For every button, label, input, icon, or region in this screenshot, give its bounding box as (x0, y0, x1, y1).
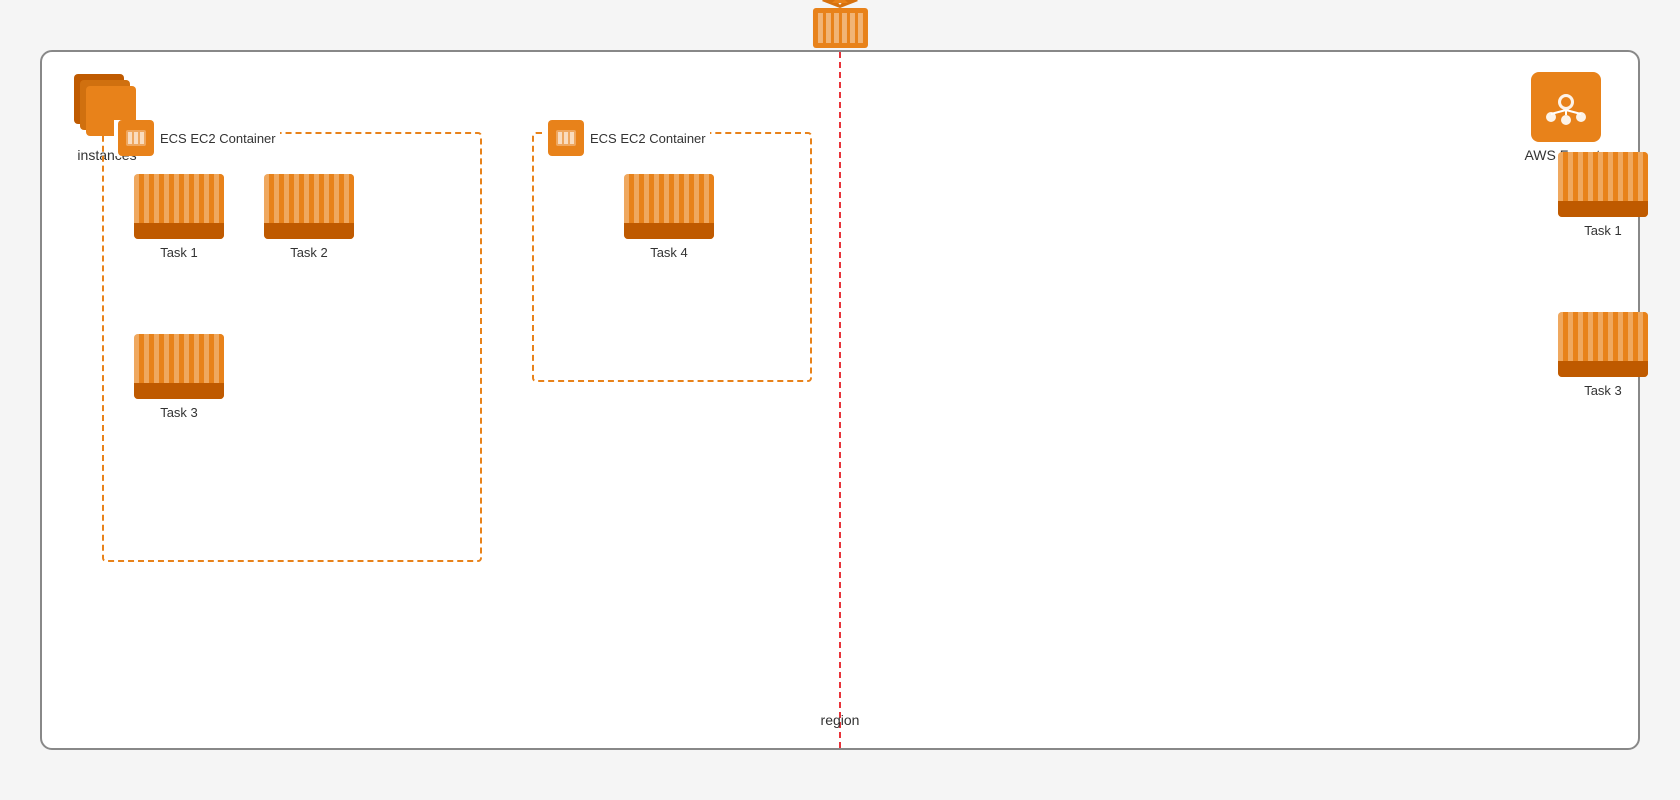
region-label: region (821, 712, 860, 728)
container1-task1-label: Task 1 (160, 245, 198, 260)
container2-task4-icon (624, 174, 714, 239)
container1-task1: Task 1 (134, 174, 224, 260)
ec2-icon-1 (118, 120, 154, 156)
ec2-container-1: ECS EC2 Container Task 1 Task 2 Task 3 (102, 132, 482, 562)
container2-task4: Task 4 (624, 174, 714, 260)
container1-task2-icon (264, 174, 354, 239)
container-1-label: ECS EC2 Container (160, 131, 276, 146)
fargate-task3-icon (1558, 312, 1648, 377)
fargate-task1: Task 1 (1558, 152, 1648, 238)
container1-task3-icon (134, 334, 224, 399)
ec2-icon-2 (548, 120, 584, 156)
main-box: instances AWS Fargate (40, 50, 1640, 750)
container1-task2: Task 2 (264, 174, 354, 260)
fargate-task1-icon (1558, 152, 1648, 217)
container2-task4-label: Task 4 (650, 245, 688, 260)
container1-task3: Task 3 (134, 334, 224, 420)
container-1-header: ECS EC2 Container (114, 120, 280, 156)
fargate-task1-label: Task 1 (1584, 223, 1622, 238)
diagram-wrapper: Amazon ECS instances (40, 50, 1640, 750)
fargate-group: AWS Fargate (1524, 72, 1608, 164)
container-2-label: ECS EC2 Container (590, 131, 706, 146)
container1-task2-label: Task 2 (290, 245, 328, 260)
vertical-divider (839, 52, 841, 748)
ec2-container-2: ECS EC2 Container Task 4 (532, 132, 812, 382)
fargate-task3-label: Task 3 (1584, 383, 1622, 398)
container1-task1-icon (134, 174, 224, 239)
container1-task3-label: Task 3 (160, 405, 198, 420)
container-2-header: ECS EC2 Container (544, 120, 710, 156)
fargate-task3: Task 3 (1558, 312, 1648, 398)
fargate-icon (1531, 72, 1601, 142)
